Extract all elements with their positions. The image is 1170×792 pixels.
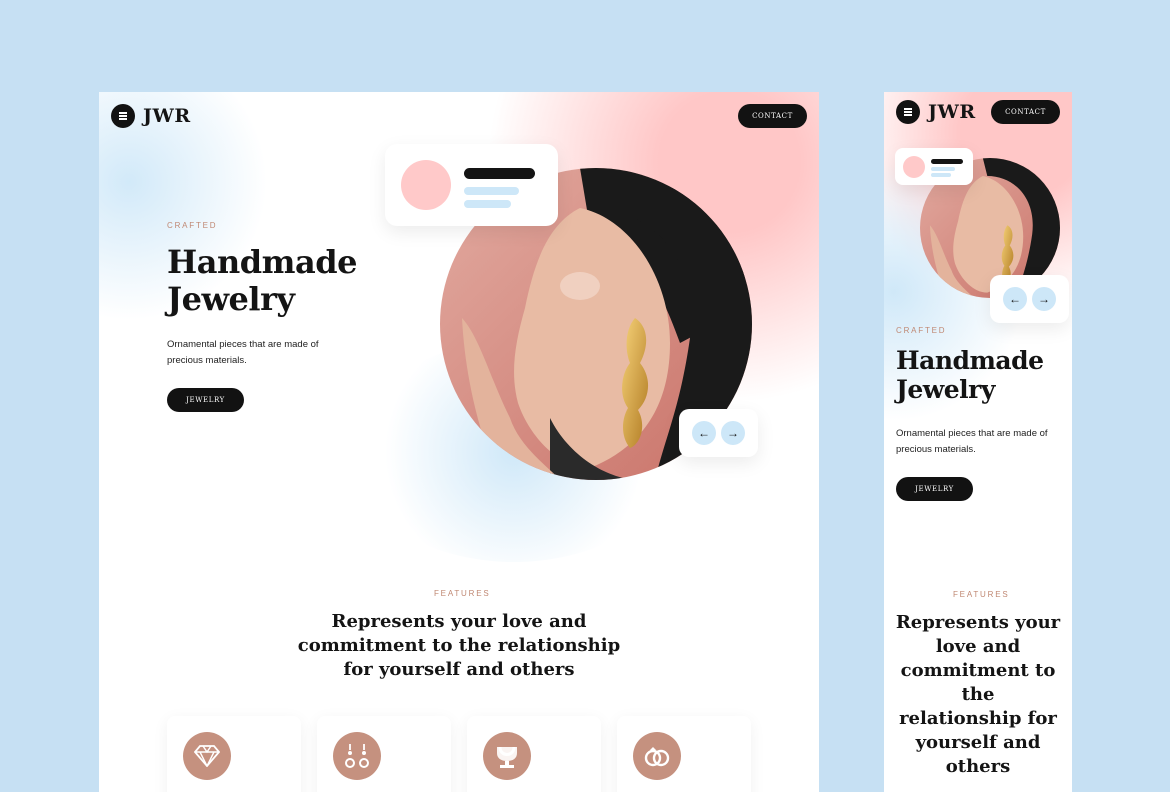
hero-title-line1: Handmade [896, 346, 1044, 375]
desktop-preview: JWR CONTACT CRAFTED Handmade Jewelry Orn… [99, 92, 819, 792]
earrings-icon [333, 732, 381, 780]
hero-description-line2: precious materials. [167, 355, 247, 366]
skeleton-line [464, 200, 511, 208]
arrow-left-icon[interactable]: ← [692, 421, 716, 445]
profile-card-mock [895, 148, 973, 185]
arrow-right-icon[interactable]: → [721, 421, 745, 445]
hero-eyebrow: CRAFTED [896, 326, 947, 335]
skeleton-line [931, 159, 963, 164]
features-heading-line4: relationship for [899, 708, 1057, 729]
carousel-controls: ← → [990, 275, 1069, 323]
hero-title-line2: Jewelry [896, 374, 995, 404]
diamond-icon [183, 732, 231, 780]
avatar-placeholder [903, 156, 925, 178]
header-brand: JWR [111, 104, 191, 128]
hero-description-line1: Ornamental pieces that are made of [167, 339, 319, 350]
feature-card[interactable] [467, 716, 601, 792]
features-heading-line1: Represents your love and [331, 611, 587, 632]
hero-description: Ornamental pieces that are made of preci… [896, 426, 1048, 458]
features-heading: Represents your love and commitment to t… [259, 610, 659, 682]
hero-description-line1: Ornamental pieces that are made of [896, 428, 1048, 439]
hamburger-menu-icon[interactable] [111, 104, 135, 128]
features-heading-line1: Represents your [895, 612, 1061, 633]
hamburger-menu-icon[interactable] [896, 100, 920, 124]
features-heading-line2: love and [935, 636, 1021, 657]
logo[interactable]: JWR [928, 101, 976, 123]
arrow-right-icon[interactable]: → [1032, 287, 1056, 311]
skeleton-line [931, 173, 951, 177]
feature-card[interactable] [317, 716, 451, 792]
logo[interactable]: JWR [143, 105, 191, 127]
hero-description: Ornamental pieces that are made of preci… [167, 337, 319, 369]
avatar-placeholder [401, 160, 451, 210]
jewelry-button[interactable]: JEWELRY [896, 477, 973, 501]
hero-description-line2: precious materials. [896, 444, 976, 455]
arrow-left-icon[interactable]: ← [1003, 287, 1027, 311]
features-eyebrow: FEATURES [434, 589, 491, 598]
features-heading-line5: yourself and [915, 732, 1041, 753]
features-heading-line3: commitment to the [900, 660, 1056, 705]
necklace-bust-icon [483, 732, 531, 780]
profile-card-mock [385, 144, 558, 226]
features-heading-line2: commitment to the relationship [297, 635, 621, 656]
skeleton-line [464, 168, 535, 179]
contact-button[interactable]: CONTACT [991, 100, 1060, 124]
feature-card[interactable] [167, 716, 301, 792]
rings-icon [633, 732, 681, 780]
skeleton-line [464, 187, 519, 195]
mobile-preview: JWR CONTACT ← → CRAFTED Handmade Jewelry… [884, 92, 1072, 792]
features-eyebrow: FEATURES [953, 590, 1010, 599]
hero-title-line2: Jewelry [167, 279, 295, 318]
hero-title-line1: Handmade [167, 243, 357, 281]
features-heading-line3: for yourself and others [343, 659, 575, 680]
skeleton-line [931, 167, 955, 171]
features-heading-line6: others [945, 756, 1011, 777]
hero-title: Handmade Jewelry [896, 346, 1044, 405]
carousel-controls: ← → [679, 409, 758, 457]
header-brand: JWR [896, 100, 976, 124]
feature-card[interactable] [617, 716, 751, 792]
features-heading: Represents your love and commitment to t… [888, 611, 1068, 779]
jewelry-button[interactable]: JEWELRY [167, 388, 244, 412]
hero-title: Handmade Jewelry [167, 244, 357, 318]
hero-eyebrow: CRAFTED [167, 221, 218, 230]
contact-button[interactable]: CONTACT [738, 104, 807, 128]
